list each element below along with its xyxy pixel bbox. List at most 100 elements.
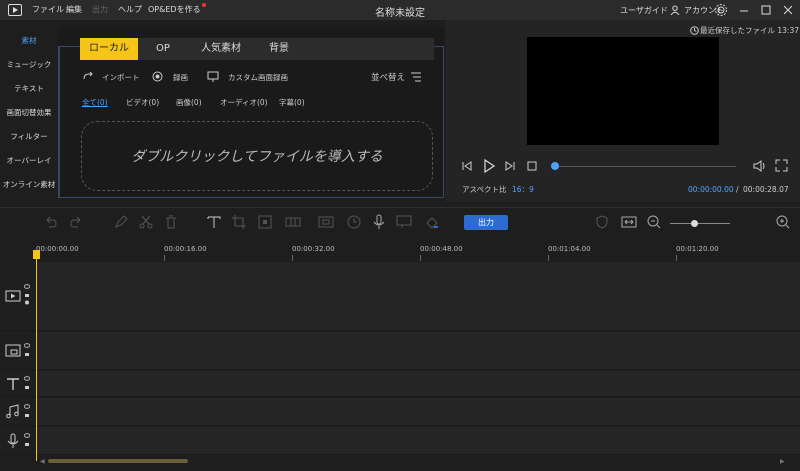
text-tool-icon[interactable] bbox=[206, 214, 222, 230]
voice-over-icon[interactable] bbox=[396, 214, 412, 230]
history-icon bbox=[690, 26, 699, 35]
ruler-tick bbox=[292, 255, 293, 261]
filter-audio[interactable]: オーディオ(0) bbox=[220, 97, 268, 108]
import-button[interactable]: インポート bbox=[102, 72, 140, 83]
redo-icon[interactable] bbox=[68, 214, 84, 230]
minimize-icon[interactable] bbox=[737, 3, 751, 17]
zoom-in-icon[interactable] bbox=[775, 214, 791, 230]
record-button[interactable]: 録画 bbox=[173, 72, 188, 83]
visibility-icon[interactable] bbox=[24, 343, 30, 348]
play-icon[interactable] bbox=[482, 159, 496, 173]
sort-icon[interactable] bbox=[410, 72, 422, 82]
filter-all[interactable]: 全て(0) bbox=[82, 97, 108, 108]
time-separator: / bbox=[736, 185, 739, 194]
music-track-icon bbox=[6, 404, 19, 419]
prev-frame-icon[interactable] bbox=[461, 160, 473, 172]
ruler-tick-label: 00:01:04.00 bbox=[548, 245, 591, 253]
sort-button[interactable]: 並べ替え bbox=[371, 71, 405, 83]
settings-icon[interactable] bbox=[714, 3, 728, 17]
playhead-handle[interactable] bbox=[33, 250, 40, 259]
scroll-right-icon[interactable]: ▶ bbox=[780, 458, 785, 465]
scroll-left-icon[interactable]: ◀ bbox=[40, 458, 45, 465]
crop-icon[interactable] bbox=[231, 214, 247, 230]
video-track[interactable] bbox=[0, 262, 800, 331]
volume-icon[interactable] bbox=[752, 159, 766, 173]
pen-icon[interactable] bbox=[113, 214, 129, 230]
export-button[interactable]: 出力 bbox=[464, 215, 508, 230]
microphone-icon[interactable] bbox=[371, 214, 387, 230]
duration-icon[interactable] bbox=[346, 214, 362, 230]
ruler-tick bbox=[676, 255, 677, 261]
music-track[interactable] bbox=[0, 398, 800, 426]
visibility-icon[interactable] bbox=[24, 433, 30, 438]
record-icon[interactable] bbox=[152, 71, 163, 82]
visibility-icon[interactable] bbox=[24, 404, 30, 409]
overlay-track[interactable] bbox=[0, 332, 800, 370]
tab-op[interactable]: OP bbox=[144, 38, 182, 60]
undo-icon[interactable] bbox=[43, 214, 59, 230]
timeline-scrollbar[interactable] bbox=[48, 459, 188, 463]
sidebar-item-material[interactable]: 素材 bbox=[0, 35, 58, 46]
window-title: 名称未設定 bbox=[375, 8, 425, 19]
playhead-line[interactable] bbox=[36, 250, 37, 461]
current-time: 00:00:00.00 bbox=[688, 185, 734, 194]
tab-popular[interactable]: 人気素材 bbox=[190, 38, 252, 60]
zoom-slider-knob[interactable] bbox=[691, 220, 698, 227]
zoom-slider-track[interactable] bbox=[670, 223, 730, 224]
preview-progress-track[interactable] bbox=[556, 166, 736, 167]
custom-screen-record-button[interactable]: カスタム画面録画 bbox=[228, 72, 288, 83]
user-icon bbox=[670, 5, 680, 15]
color-fill-icon[interactable] bbox=[424, 214, 440, 230]
maximize-icon[interactable] bbox=[759, 3, 773, 17]
zoom-out-icon[interactable] bbox=[646, 214, 662, 230]
filter-subtitle[interactable]: 字幕(0) bbox=[279, 97, 305, 108]
stop-icon[interactable] bbox=[527, 161, 537, 171]
fullscreen-icon[interactable] bbox=[775, 159, 788, 172]
split-screen-icon[interactable] bbox=[285, 214, 301, 230]
filter-video[interactable]: ビデオ(0) bbox=[126, 97, 159, 108]
recent-save-label[interactable]: 最近保存したファイル 13:37 bbox=[700, 25, 799, 36]
aspect-ratio-value[interactable]: 16：9 bbox=[512, 184, 534, 195]
tab-local[interactable]: ローカル bbox=[80, 38, 138, 60]
visibility-icon[interactable] bbox=[24, 376, 30, 381]
user-guide-link[interactable]: ユーザガイド bbox=[620, 5, 668, 16]
fit-timeline-icon[interactable] bbox=[621, 214, 637, 230]
filter-image[interactable]: 画像(0) bbox=[176, 97, 202, 108]
lock-icon[interactable] bbox=[24, 351, 30, 356]
lock-icon[interactable] bbox=[24, 441, 30, 446]
shield-icon[interactable] bbox=[594, 214, 610, 230]
ruler-tick bbox=[548, 255, 549, 261]
mute-icon[interactable] bbox=[24, 300, 30, 305]
sidebar-item-online[interactable]: オンライン素材 bbox=[0, 179, 58, 190]
ruler-tick-label: 00:00:48.00 bbox=[420, 245, 463, 253]
drop-zone[interactable]: ダブルクリックしてファイルを導入する bbox=[81, 121, 433, 191]
voice-track[interactable] bbox=[0, 427, 800, 455]
scissors-icon[interactable] bbox=[138, 214, 154, 230]
preview-progress-knob[interactable] bbox=[551, 162, 559, 170]
screen-record-icon[interactable] bbox=[207, 71, 219, 83]
sidebar-item-filters[interactable]: フィルター bbox=[0, 131, 58, 142]
text-track[interactable] bbox=[0, 371, 800, 397]
sidebar-item-transitions[interactable]: 画面切替効果 bbox=[0, 107, 58, 118]
mosaic-icon[interactable] bbox=[257, 214, 273, 230]
sidebar-item-text[interactable]: テキスト bbox=[0, 83, 58, 94]
video-track-icon bbox=[5, 290, 21, 302]
close-icon[interactable] bbox=[781, 3, 795, 17]
tab-background[interactable]: 背景 bbox=[258, 38, 300, 60]
import-icon[interactable] bbox=[82, 71, 94, 83]
next-frame-icon[interactable] bbox=[504, 160, 516, 172]
lock-icon[interactable] bbox=[24, 292, 30, 297]
sidebar-item-overlay[interactable]: オーバーレイ bbox=[0, 155, 58, 166]
visibility-icon[interactable] bbox=[24, 284, 30, 289]
total-time: 00:00:28.07 bbox=[743, 185, 789, 194]
ruler-tick bbox=[164, 255, 165, 261]
ruler-tick-label: 00:01:20.00 bbox=[676, 245, 719, 253]
freeze-frame-icon[interactable] bbox=[318, 214, 334, 230]
voice-track-icon bbox=[7, 433, 19, 448]
sidebar-item-music[interactable]: ミュージック bbox=[0, 59, 58, 70]
trash-icon[interactable] bbox=[163, 214, 179, 230]
lock-icon[interactable] bbox=[24, 384, 30, 389]
lock-icon[interactable] bbox=[24, 412, 30, 417]
ruler-tick-label: 00:00:16.00 bbox=[164, 245, 207, 253]
text-track-icon bbox=[7, 378, 19, 390]
